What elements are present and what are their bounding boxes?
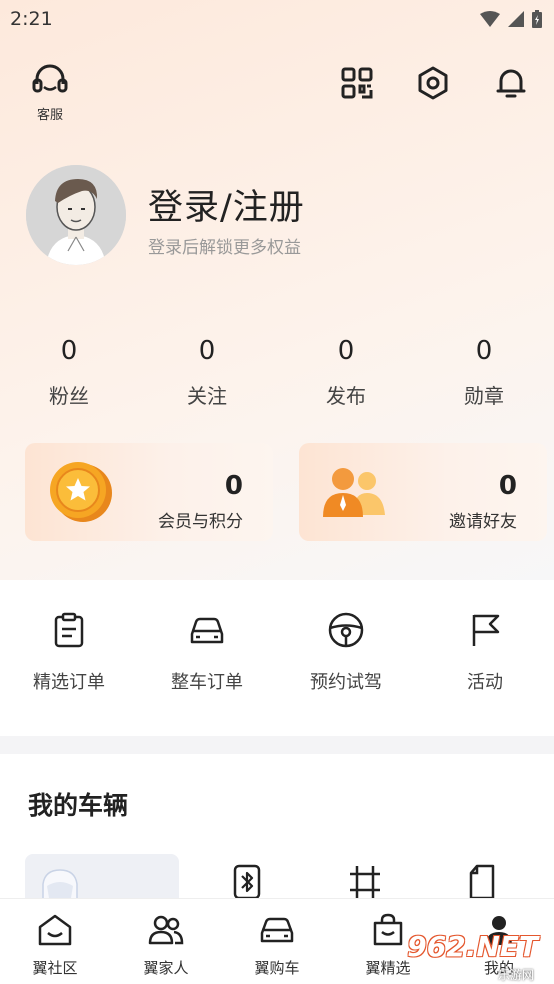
headset-icon xyxy=(32,64,68,93)
order-label: 活动 xyxy=(467,672,503,693)
tab-buy-car[interactable]: 翼购车 xyxy=(232,913,322,978)
activities-button[interactable]: 活动 xyxy=(425,612,545,694)
grid-frame-icon[interactable] xyxy=(348,864,382,900)
stat-following[interactable]: 0 关注 xyxy=(162,336,252,409)
bluetooth-key-icon[interactable] xyxy=(230,864,264,900)
section-title: 我的车辆 xyxy=(28,791,129,820)
status-time: 2:21 xyxy=(10,8,53,30)
stat-posts[interactable]: 0 发布 xyxy=(301,336,391,409)
watermark-text: 962.NET xyxy=(407,930,538,963)
stat-fans[interactable]: 0 粉丝 xyxy=(24,336,114,409)
order-label: 精选订单 xyxy=(33,672,105,693)
document-icon[interactable] xyxy=(465,864,499,900)
car-icon xyxy=(260,917,294,943)
points-value: 0 xyxy=(224,471,243,501)
stat-value: 0 xyxy=(60,336,78,366)
shopping-bag-icon xyxy=(373,913,403,946)
stat-label: 勋章 xyxy=(464,384,504,408)
login-subtitle: 登录后解锁更多权益 xyxy=(148,238,301,258)
steering-wheel-icon xyxy=(328,612,364,648)
invite-label: 邀请好友 xyxy=(449,512,517,532)
signal-icon xyxy=(508,11,524,27)
stat-label: 发布 xyxy=(326,384,366,408)
clipboard-icon xyxy=(54,612,84,648)
users-icon xyxy=(148,915,184,945)
stat-medals[interactable]: 0 勋章 xyxy=(439,336,529,409)
status-bar: 2:21 xyxy=(0,0,554,38)
curated-orders-button[interactable]: 精选订单 xyxy=(9,612,129,694)
stat-label: 关注 xyxy=(187,384,227,408)
watermark-subtext: 乐游网 xyxy=(497,968,534,982)
car-icon xyxy=(190,617,224,644)
order-label: 整车订单 xyxy=(171,672,243,693)
bottom-tab-bar: 翼社区 翼家人 翼购车 翼精选 我的 962.NET 乐游网 xyxy=(0,898,554,984)
wifi-icon xyxy=(480,11,500,27)
login-register-link[interactable]: 登录/注册 xyxy=(148,179,305,230)
coin-icon xyxy=(50,462,112,522)
tab-family[interactable]: 翼家人 xyxy=(121,913,211,978)
bell-icon[interactable] xyxy=(494,66,528,100)
order-label: 预约试驾 xyxy=(310,672,382,693)
test-drive-button[interactable]: 预约试驾 xyxy=(286,612,406,694)
qr-code-icon[interactable] xyxy=(340,66,374,100)
invite-friends-card[interactable]: 0 邀请好友 xyxy=(299,443,547,541)
home-icon xyxy=(38,914,72,946)
tab-community[interactable]: 翼社区 xyxy=(10,913,100,978)
orders-section: 精选订单 整车订单 预约试驾 活动 xyxy=(0,580,554,736)
customer-service-label: 客服 xyxy=(36,108,63,123)
battery-icon xyxy=(532,10,542,28)
membership-points-card[interactable]: 0 会员与积分 xyxy=(25,443,273,541)
stat-label: 粉丝 xyxy=(49,384,89,408)
tab-label: 翼社区 xyxy=(32,959,78,977)
stat-value: 0 xyxy=(475,336,493,366)
avatar[interactable] xyxy=(26,165,126,265)
invite-value: 0 xyxy=(498,471,517,501)
tab-label: 翼家人 xyxy=(143,959,189,977)
stats-row: 0 粉丝 0 关注 0 发布 0 勋章 xyxy=(0,336,554,416)
tab-label: 翼购车 xyxy=(254,959,300,977)
customer-service-button[interactable]: 客服 xyxy=(28,64,72,123)
top-bar: 客服 xyxy=(0,62,554,123)
flag-icon xyxy=(472,614,500,646)
points-label: 会员与积分 xyxy=(158,512,243,532)
people-icon xyxy=(323,468,385,517)
profile-section[interactable]: 登录/注册 登录后解锁更多权益 xyxy=(26,165,526,265)
vehicle-orders-button[interactable]: 整车订单 xyxy=(147,612,267,694)
settings-icon[interactable] xyxy=(416,66,450,100)
site-watermark: 962.NET 乐游网 xyxy=(407,916,548,982)
stat-value: 0 xyxy=(198,336,216,366)
stat-value: 0 xyxy=(337,336,355,366)
avatar-illustration xyxy=(26,165,126,265)
